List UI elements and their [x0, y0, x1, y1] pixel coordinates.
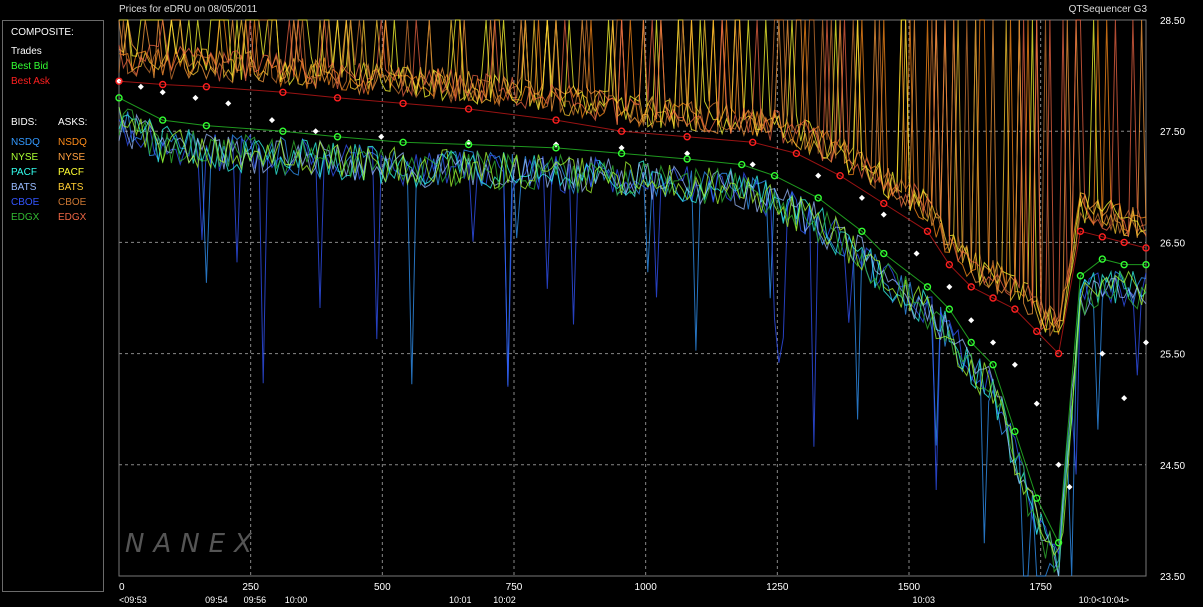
legend-ask-nsdq: NSDQ	[58, 137, 87, 148]
bids-heading: BIDS:	[11, 117, 38, 128]
time-label: 10:01	[449, 595, 472, 605]
x-tick-label: 0	[119, 582, 125, 593]
legend-bid-pacf: PACF	[11, 167, 37, 178]
time-label: <09:53	[119, 595, 147, 605]
legend-best-bid: Best Bid	[11, 61, 49, 72]
nanex-watermark: NANEX	[125, 529, 261, 559]
composite-heading: COMPOSITE:	[11, 27, 74, 38]
app-name: QTSequencer G3	[1068, 4, 1147, 15]
time-label: 10:02	[493, 595, 516, 605]
x-tick-label: 1000	[635, 582, 658, 593]
legend-best-ask: Best Ask	[11, 76, 50, 87]
legend-bid-edgx: EDGX	[11, 212, 40, 223]
chart-title: Prices for eDRU on 08/05/2011	[119, 4, 258, 15]
x-tick-label: 1250	[766, 582, 789, 593]
time-axis-labels: <09:53 09:54 09:56 10:00 10:01 10:02 10:03 10:0…	[119, 595, 1129, 605]
legend-ask-pacf: PACF	[58, 167, 84, 178]
y-tick-label: 26.50	[1160, 238, 1185, 249]
time-label: 10:03	[912, 595, 935, 605]
legend-bid-nsdq: NSDQ	[11, 137, 40, 148]
asks-heading: ASKS:	[58, 117, 88, 128]
x-axis-labels: 0 250 500 750 1000 1250 1500 1750	[119, 582, 1052, 593]
legend-bid-nyse: NYSE	[11, 152, 39, 163]
x-tick-label: 1500	[898, 582, 921, 593]
x-tick-label: 500	[374, 582, 391, 593]
x-tick-label: 1750	[1030, 582, 1053, 593]
time-label: 10:00	[285, 595, 308, 605]
legend-ask-nyse: NYSE	[58, 152, 86, 163]
legend-panel: COMPOSITE: Trades Best Bid Best Ask BIDS…	[2, 20, 104, 592]
time-label: 09:56	[244, 595, 267, 605]
legend-ask-bats: BATS	[58, 182, 84, 193]
x-tick-label: 250	[242, 582, 259, 593]
y-tick-label: 27.50	[1160, 127, 1185, 138]
y-tick-label: 25.50	[1160, 350, 1185, 361]
legend-trades: Trades	[11, 46, 42, 57]
price-chart: NANEX 28.50 27.50 26.50 25.50 24.50 23.50 0 25…	[115, 16, 1185, 605]
legend-ask-edgx: EDGX	[58, 212, 87, 223]
y-axis-labels: 28.50 27.50 26.50 25.50 24.50 23.50	[1160, 16, 1185, 583]
y-tick-label: 28.50	[1160, 16, 1185, 27]
time-label: 09:54	[205, 595, 228, 605]
legend-bid-cboe: CBOE	[11, 197, 40, 208]
legend-ask-cboe: CBOE	[58, 197, 87, 208]
legend-bid-bats: BATS	[11, 182, 37, 193]
time-label: 10:0<10:04>	[1079, 595, 1130, 605]
y-tick-label: 24.50	[1160, 461, 1185, 472]
x-tick-label: 750	[506, 582, 523, 593]
y-tick-label: 23.50	[1160, 572, 1185, 583]
